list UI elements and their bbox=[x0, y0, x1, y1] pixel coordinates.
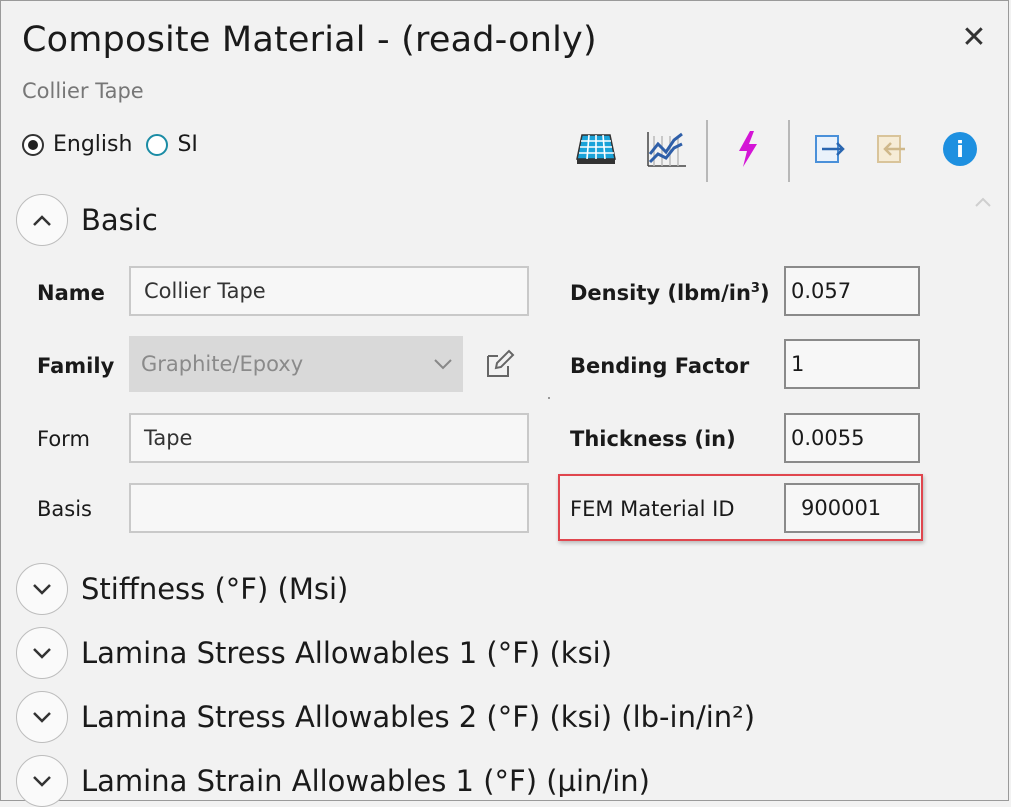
chart-button[interactable] bbox=[642, 125, 690, 173]
density-field[interactable]: 0.057 bbox=[784, 266, 920, 316]
fem-highlight-box bbox=[558, 474, 923, 541]
material-dialog bbox=[0, 0, 1009, 801]
density-label-close: ) bbox=[759, 281, 770, 305]
section-stress-allowables-1-toggle[interactable] bbox=[16, 627, 68, 679]
section-basic-label: Basic bbox=[81, 203, 158, 237]
radio-si-label: SI bbox=[177, 132, 198, 157]
section-stress-allowables-1-header[interactable]: Lamina Stress Allowables 1 (°F) (ksi) bbox=[16, 627, 612, 679]
section-stress-allowables-1-label: Lamina Stress Allowables 1 (°F) (ksi) bbox=[81, 636, 613, 670]
chevron-up-icon bbox=[975, 197, 991, 207]
chart-trend-icon bbox=[647, 132, 686, 167]
import-icon bbox=[877, 135, 905, 163]
chevron-down-icon bbox=[33, 648, 51, 659]
export-button[interactable] bbox=[806, 125, 854, 173]
section-basic-header[interactable]: Basic bbox=[16, 194, 158, 246]
close-button[interactable]: ✕ bbox=[956, 20, 992, 56]
radio-english-indicator bbox=[22, 133, 44, 156]
import-button[interactable] bbox=[868, 125, 916, 173]
export-icon bbox=[815, 135, 845, 163]
chevron-down-icon bbox=[33, 712, 51, 723]
bending-factor-field[interactable]: 1 bbox=[784, 339, 920, 389]
family-select-value: Graphite/Epoxy bbox=[141, 352, 304, 376]
density-label-text: Density (lbm/in bbox=[570, 281, 751, 305]
laminate-grid-icon bbox=[576, 134, 616, 164]
section-basic-toggle[interactable] bbox=[16, 194, 68, 246]
radio-si[interactable]: SI bbox=[146, 132, 198, 157]
toolbar-separator bbox=[706, 120, 708, 182]
section-strain-allowables-1-header[interactable]: Lamina Strain Allowables 1 (°F) (µin/in) bbox=[16, 755, 650, 807]
basis-field[interactable] bbox=[129, 483, 529, 533]
family-label: Family bbox=[37, 354, 115, 378]
section-stiffness-label: Stiffness (°F) (Msi) bbox=[81, 572, 349, 606]
chevron-down-icon bbox=[434, 359, 452, 370]
laminate-button[interactable] bbox=[572, 125, 620, 173]
form-label: Form bbox=[37, 427, 90, 451]
edit-family-button[interactable] bbox=[484, 348, 516, 380]
scroll-up-arrow[interactable] bbox=[972, 192, 994, 214]
density-label: Density (lbm/in3) bbox=[570, 281, 770, 305]
info-icon: i bbox=[943, 132, 977, 166]
name-label: Name bbox=[37, 281, 105, 305]
family-select[interactable]: Graphite/Epoxy bbox=[129, 336, 463, 392]
section-stress-allowables-2-header[interactable]: Lamina Stress Allowables 2 (°F) (ksi) (l… bbox=[16, 691, 755, 743]
chevron-up-icon bbox=[33, 215, 51, 226]
edit-icon bbox=[487, 349, 515, 377]
basis-label: Basis bbox=[37, 497, 92, 521]
lightning-icon bbox=[739, 131, 757, 167]
name-field[interactable]: Collier Tape bbox=[129, 266, 529, 316]
decorative-dot bbox=[548, 397, 550, 399]
section-strain-allowables-1-label: Lamina Strain Allowables 1 (°F) (µin/in) bbox=[81, 764, 650, 798]
form-field[interactable]: Tape bbox=[129, 413, 529, 463]
info-glyph: i bbox=[956, 138, 964, 163]
radio-english[interactable]: English bbox=[22, 132, 132, 157]
chevron-down-icon bbox=[33, 584, 51, 595]
section-stress-allowables-2-toggle[interactable] bbox=[16, 691, 68, 743]
density-label-sup: 3 bbox=[750, 281, 760, 296]
chevron-down-icon bbox=[33, 776, 51, 787]
section-stiffness-header[interactable]: Stiffness (°F) (Msi) bbox=[16, 563, 348, 615]
toolbar-separator-2 bbox=[788, 120, 790, 182]
thickness-label: Thickness (in) bbox=[570, 427, 736, 451]
dialog-subtitle: Collier Tape bbox=[22, 79, 144, 103]
close-icon: ✕ bbox=[961, 20, 987, 55]
dialog-title: Composite Material - (read-only) bbox=[22, 20, 597, 60]
analyze-button[interactable] bbox=[724, 125, 772, 173]
section-strain-allowables-1-toggle[interactable] bbox=[16, 755, 68, 807]
section-stress-allowables-2-label: Lamina Stress Allowables 2 (°F) (ksi) (l… bbox=[81, 700, 756, 734]
bending-factor-label: Bending Factor bbox=[570, 354, 750, 378]
thickness-field[interactable]: 0.0055 bbox=[784, 413, 920, 463]
info-button[interactable]: i bbox=[936, 125, 984, 173]
radio-si-indicator bbox=[146, 133, 169, 156]
section-stiffness-toggle[interactable] bbox=[16, 563, 68, 615]
unit-system-selector: English SI bbox=[22, 132, 212, 157]
radio-english-label: English bbox=[53, 132, 133, 157]
